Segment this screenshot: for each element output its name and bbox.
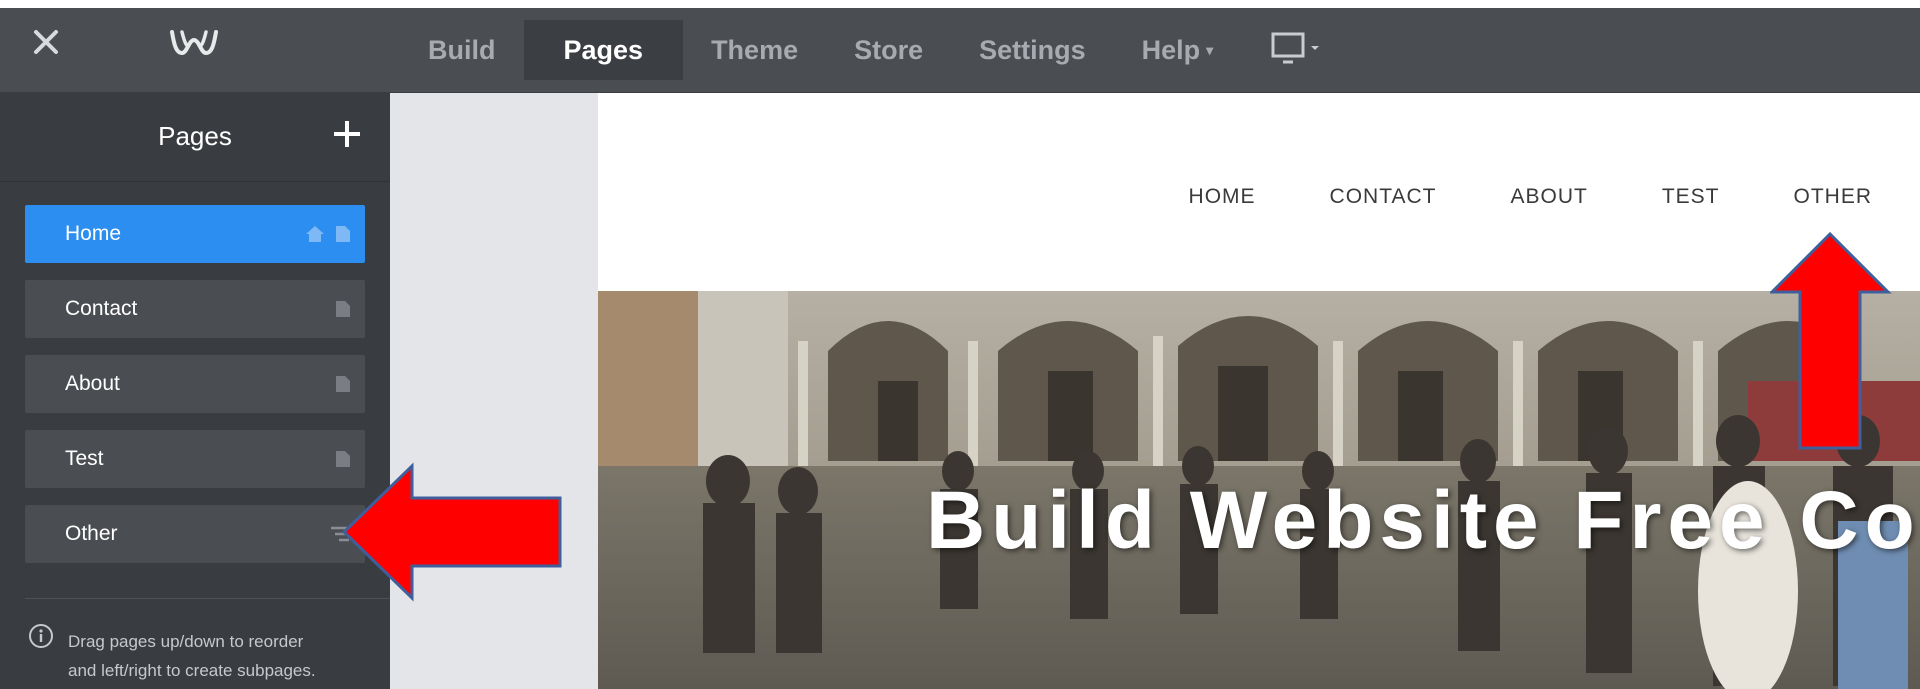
site-nav: HOME CONTACT ABOUT TEST OTHER bbox=[1189, 185, 1920, 209]
desktop-icon bbox=[1271, 32, 1320, 64]
pages-sidebar: Pages Home Contact About Test Other Drag… bbox=[0, 93, 390, 689]
page-item-test[interactable]: Test bbox=[25, 430, 365, 488]
up-arrow-icon bbox=[1770, 232, 1892, 450]
tab-store[interactable]: Store bbox=[826, 8, 951, 92]
tab-build-label: Build bbox=[428, 34, 496, 65]
page-item-other[interactable]: Other bbox=[25, 505, 365, 563]
tab-settings[interactable]: Settings bbox=[951, 8, 1114, 92]
sidebar-hint: Drag pages up/down to reorder and left/r… bbox=[68, 627, 368, 685]
tab-pages-label: Pages bbox=[563, 34, 644, 65]
tab-help[interactable]: Help ▾ bbox=[1114, 8, 1242, 92]
chevron-down-icon: ▾ bbox=[1206, 41, 1214, 58]
add-page-button[interactable] bbox=[330, 117, 364, 151]
page-item-label: Test bbox=[65, 447, 104, 470]
sidebar-title: Pages bbox=[158, 121, 232, 151]
hero-title[interactable]: Build Website Free Co bbox=[926, 474, 1920, 568]
left-arrow-icon bbox=[342, 462, 562, 602]
weebly-logo-icon[interactable] bbox=[168, 26, 220, 58]
sidebar-header: Pages bbox=[0, 93, 390, 181]
sidebar-divider bbox=[0, 181, 390, 182]
page-item-home[interactable]: Home bbox=[25, 205, 365, 263]
page-item-contact[interactable]: Contact bbox=[25, 280, 365, 338]
page-icon bbox=[336, 376, 350, 392]
info-icon bbox=[28, 623, 54, 649]
page-item-label: Home bbox=[65, 222, 122, 245]
device-preview-button[interactable] bbox=[1241, 8, 1353, 92]
site-nav-contact[interactable]: CONTACT bbox=[1330, 185, 1437, 209]
page-icon bbox=[336, 301, 350, 317]
tab-help-label: Help bbox=[1141, 34, 1201, 65]
page-item-label: Other bbox=[65, 522, 118, 545]
site-nav-other[interactable]: OTHER bbox=[1794, 185, 1873, 209]
page-icon bbox=[336, 226, 350, 242]
page-item-label: Contact bbox=[65, 297, 138, 320]
tab-settings-label: Settings bbox=[979, 34, 1086, 65]
tab-store-label: Store bbox=[854, 34, 924, 65]
site-nav-about[interactable]: ABOUT bbox=[1510, 185, 1587, 209]
plus-icon bbox=[334, 121, 360, 147]
tab-build[interactable]: Build bbox=[400, 8, 524, 92]
page-item-label: About bbox=[65, 372, 120, 395]
home-icon bbox=[306, 226, 324, 242]
hint-line-1: Drag pages up/down to reorder bbox=[68, 632, 304, 651]
hint-line-2: and left/right to create subpages. bbox=[68, 661, 316, 680]
hero-image[interactable]: Build Website Free Co bbox=[598, 291, 1920, 689]
site-nav-home[interactable]: HOME bbox=[1189, 185, 1256, 209]
tab-theme[interactable]: Theme bbox=[683, 8, 826, 92]
site-nav-test[interactable]: TEST bbox=[1662, 185, 1720, 209]
site-header: HOME CONTACT ABOUT TEST OTHER bbox=[598, 93, 1920, 291]
main-nav: Build Pages Theme Store Settings Help ▾ bbox=[400, 8, 1353, 92]
tab-pages[interactable]: Pages bbox=[523, 20, 684, 80]
page-item-about[interactable]: About bbox=[25, 355, 365, 413]
sidebar-divider bbox=[25, 598, 390, 599]
tab-theme-label: Theme bbox=[711, 34, 799, 65]
close-icon[interactable] bbox=[28, 22, 64, 62]
